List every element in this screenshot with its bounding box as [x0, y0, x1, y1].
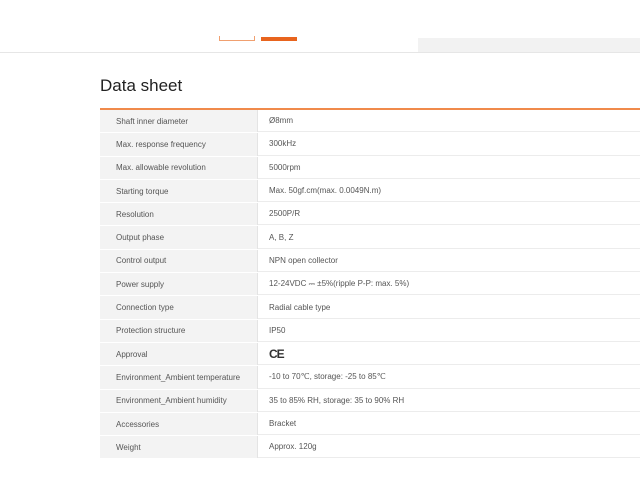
spec-value: 12-24VDC ⎓ ±5%(ripple P-P: max. 5%) — [258, 273, 640, 296]
spec-value: Radial cable type — [258, 296, 640, 319]
header-side-panel — [418, 38, 640, 52]
spec-label: Approval — [100, 342, 258, 366]
spec-label: Max. response frequency — [100, 133, 258, 156]
spec-value: Ø8mm — [258, 110, 640, 133]
spec-value: 35 to 85% RH, storage: 35 to 90% RH — [258, 389, 640, 412]
table-row: Max. allowable revolution 5000rpm — [100, 156, 640, 180]
table-row: Connection type Radial cable type — [100, 296, 640, 320]
page-title: Data sheet — [100, 76, 183, 95]
spec-value: NPN open collector — [258, 249, 640, 273]
table-row: Starting torque Max. 50gf.cm(max. 0.0049… — [100, 179, 640, 204]
header-divider — [0, 52, 640, 53]
spec-value: 5000rpm — [258, 156, 640, 179]
spec-label: Starting torque — [100, 179, 258, 203]
table-row: Protection structure IP50 — [100, 319, 640, 343]
table-row: Control output NPN open collector — [100, 249, 640, 274]
ce-mark-icon: CE — [269, 346, 285, 361]
spec-value: -10 to 70℃, storage: -25 to 85℃ — [258, 366, 640, 389]
spec-label: Output phase — [100, 226, 258, 249]
table-row: Environment_Ambient temperature -10 to 7… — [100, 366, 640, 390]
spec-label: Power supply — [100, 273, 258, 296]
tab-inactive[interactable] — [219, 36, 255, 41]
spec-label: Resolution — [100, 203, 258, 226]
table-row: Weight Approx. 120g — [100, 436, 640, 460]
spec-label: Control output — [100, 249, 258, 273]
spec-value: Bracket — [258, 412, 640, 436]
spec-table: Shaft inner diameter Ø8mm Max. response … — [100, 108, 640, 460]
table-row: Max. response frequency 300kHz — [100, 133, 640, 157]
spec-value: CE — [258, 342, 640, 366]
table-row: Environment_Ambient humidity 35 to 85% R… — [100, 389, 640, 413]
top-navigation-strip — [0, 0, 640, 53]
table-row: Accessories Bracket — [100, 412, 640, 437]
table-row: Power supply 12-24VDC ⎓ ±5%(ripple P-P: … — [100, 273, 640, 297]
spec-value: Max. 50gf.cm(max. 0.0049N.m) — [258, 179, 640, 203]
tab-active[interactable] — [261, 37, 297, 41]
table-row: Resolution 2500P/R — [100, 203, 640, 227]
spec-label: Protection structure — [100, 319, 258, 342]
spec-value: 300kHz — [258, 133, 640, 156]
spec-value: A, B, Z — [258, 226, 640, 249]
spec-label: Environment_Ambient temperature — [100, 366, 258, 389]
spec-label: Max. allowable revolution — [100, 156, 258, 179]
table-row: Shaft inner diameter Ø8mm — [100, 110, 640, 134]
table-row: Approval CE — [100, 342, 640, 367]
spec-value: 2500P/R — [258, 203, 640, 226]
spec-label: Shaft inner diameter — [100, 110, 258, 133]
spec-label: Weight — [100, 436, 258, 459]
table-row: Output phase A, B, Z — [100, 226, 640, 250]
spec-label: Environment_Ambient humidity — [100, 389, 258, 412]
spec-label: Connection type — [100, 296, 258, 319]
spec-label: Accessories — [100, 412, 258, 436]
spec-value: Approx. 120g — [258, 436, 640, 459]
spec-value: IP50 — [258, 319, 640, 342]
